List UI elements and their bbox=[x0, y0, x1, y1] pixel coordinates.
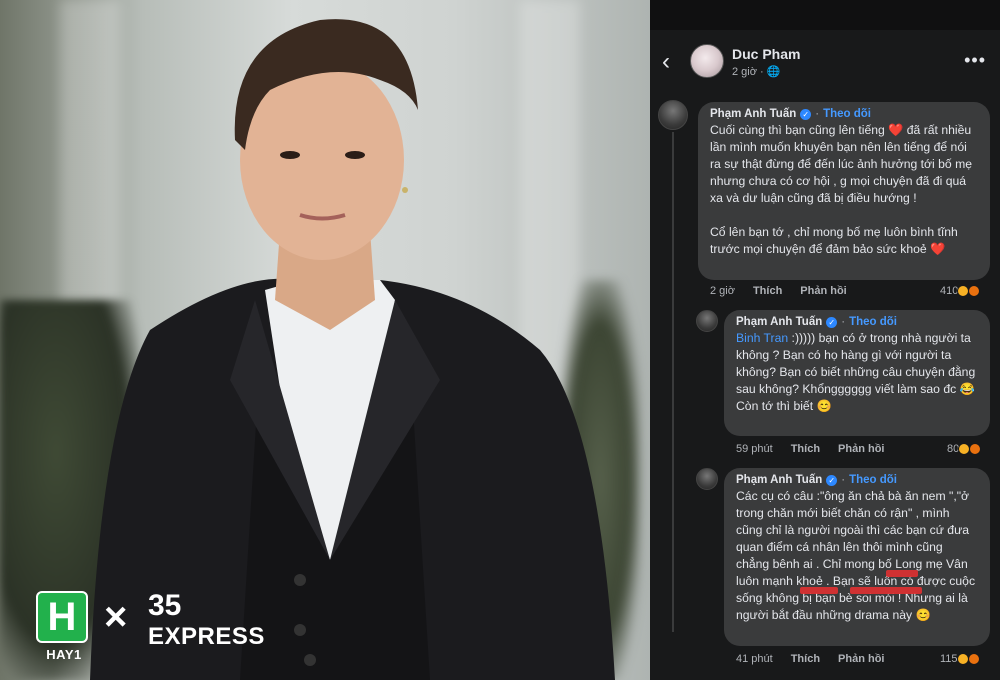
comment-text: Các cụ có câu :"ông ăn chả bà ăn nem ","… bbox=[736, 489, 979, 622]
post-author[interactable]: Duc Pham bbox=[732, 46, 800, 62]
partner-number: 35 bbox=[148, 589, 182, 622]
reaction-count[interactable]: 80 bbox=[947, 443, 982, 455]
verified-icon: ✓ bbox=[800, 108, 812, 120]
angry-reaction-icon bbox=[967, 653, 980, 665]
portrait-photo: H HAY1 × 35 EXPRESS bbox=[0, 0, 650, 680]
hay1-label: HAY1 bbox=[46, 647, 82, 662]
post-time: 2 giờ · 🌐 bbox=[732, 66, 781, 78]
redaction-mark bbox=[800, 587, 838, 594]
comment-bubble: Phạm Anh Tuấn ✓ · Theo dõi Binh Tran :))… bbox=[724, 310, 990, 436]
like-button[interactable]: Thích bbox=[753, 285, 782, 297]
screenshot-root: H HAY1 × 35 EXPRESS ‹ Duc Pham 2 giờ · 🌐… bbox=[0, 0, 1000, 680]
globe-icon: 🌐 bbox=[766, 66, 781, 78]
angry-reaction-icon bbox=[969, 443, 982, 455]
comment-bubble: Phạm Anh Tuấn ✓ · Theo dõi Cuối cùng thì… bbox=[698, 102, 990, 280]
times-icon: × bbox=[104, 595, 128, 639]
redaction-mark bbox=[886, 570, 918, 577]
reply-button[interactable]: Phản hồi bbox=[838, 443, 884, 455]
like-button[interactable]: Thích bbox=[791, 443, 820, 455]
reaction-count[interactable]: 115 bbox=[940, 653, 980, 665]
reply-button[interactable]: Phản hồi bbox=[800, 285, 846, 297]
follow-button[interactable]: Theo dõi bbox=[849, 474, 897, 486]
mention-link[interactable]: Binh Tran bbox=[736, 331, 788, 345]
man-in-suit-illustration bbox=[90, 19, 615, 680]
angry-reaction-icon bbox=[968, 285, 981, 297]
comment-actions: 59 phút Thích Phản hồi bbox=[736, 443, 885, 455]
commenter-name[interactable]: Phạm Anh Tuấn bbox=[710, 108, 796, 120]
comment-bubble: Phạm Anh Tuấn ✓ · Theo dõi Các cụ có câu… bbox=[724, 468, 990, 646]
back-arrow-icon[interactable]: ‹ bbox=[662, 50, 670, 74]
comment-actions: 2 giờ Thích Phản hồi bbox=[710, 285, 847, 297]
like-button[interactable]: Thích bbox=[791, 653, 820, 665]
comment-text: Cuối cùng thì bạn cũng lên tiếng ❤️ đã r… bbox=[710, 123, 973, 256]
comment-actions: 41 phút Thích Phản hồi bbox=[736, 653, 885, 665]
verified-icon: ✓ bbox=[826, 316, 838, 328]
avatar[interactable] bbox=[658, 100, 688, 130]
post-header: ‹ Duc Pham 2 giờ · 🌐 ••• bbox=[650, 38, 1000, 88]
comment-time: 59 phút bbox=[736, 443, 773, 455]
commenter-name[interactable]: Phạm Anh Tuấn bbox=[736, 474, 822, 486]
follow-button[interactable]: Theo dõi bbox=[823, 108, 871, 120]
follow-button[interactable]: Theo dõi bbox=[849, 316, 897, 328]
hay1-logo-mark: H bbox=[36, 591, 88, 643]
comment-thread-panel: ‹ Duc Pham 2 giờ · 🌐 ••• Phạm Anh Tuấn ✓… bbox=[650, 0, 1000, 680]
redaction-mark bbox=[850, 587, 922, 594]
more-icon[interactable]: ••• bbox=[964, 50, 986, 71]
comment-time: 41 phút bbox=[736, 653, 773, 665]
channel-logo: H HAY1 × 35 EXPRESS bbox=[20, 585, 270, 675]
commenter-name[interactable]: Phạm Anh Tuấn bbox=[736, 316, 822, 328]
verified-icon: ✓ bbox=[826, 474, 838, 486]
reply-button[interactable]: Phản hồi bbox=[838, 653, 884, 665]
avatar[interactable] bbox=[696, 468, 718, 490]
comment-time: 2 giờ bbox=[710, 285, 735, 297]
partner-name: EXPRESS bbox=[148, 623, 265, 650]
haha-reaction-icon bbox=[956, 653, 969, 665]
comment-text: Binh Tran :))))) bạn có ở trong nhà ngườ… bbox=[736, 331, 976, 413]
avatar[interactable] bbox=[690, 44, 724, 78]
reaction-count[interactable]: 410 bbox=[940, 285, 981, 297]
avatar[interactable] bbox=[696, 310, 718, 332]
